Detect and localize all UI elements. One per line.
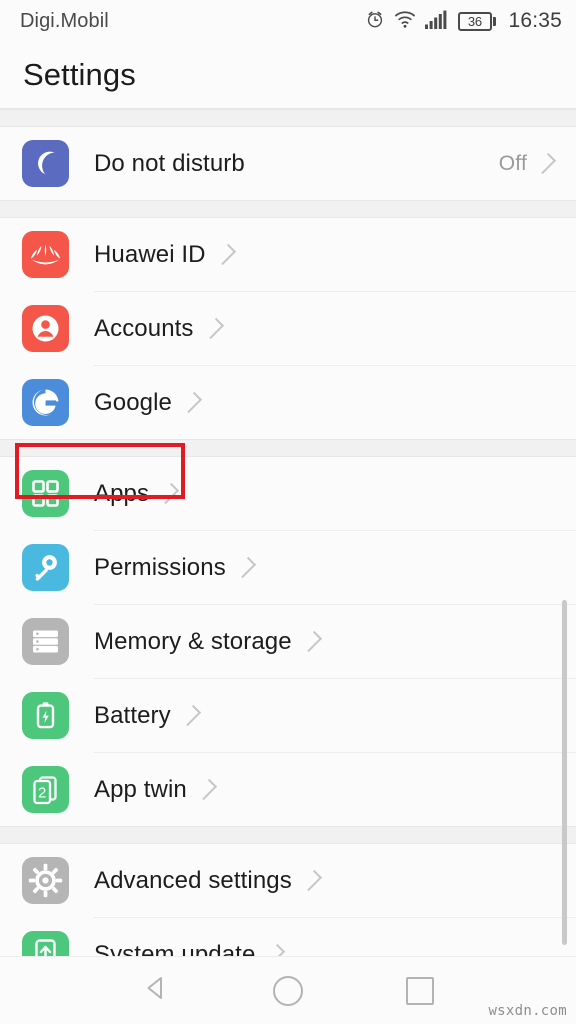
svg-text:2: 2 xyxy=(38,785,46,802)
back-icon xyxy=(141,973,171,1008)
battery-body: 36 xyxy=(457,11,492,31)
list-item-google[interactable]: Google xyxy=(0,366,576,439)
battery-cap xyxy=(493,16,497,26)
section-apps: Apps Permissions Memory & storage Battery 2 A… xyxy=(0,457,576,826)
watermark-label: wsxdn.com xyxy=(488,1003,567,1019)
list-item-label: Memory & storage xyxy=(94,627,292,655)
clock-label: 16:35 xyxy=(508,9,562,32)
chevron-right-icon xyxy=(214,243,236,266)
section-separator xyxy=(0,826,576,844)
recents-button[interactable] xyxy=(390,961,450,1021)
home-icon xyxy=(273,975,303,1006)
section-separator xyxy=(0,200,576,218)
list-item-label: Huawei ID xyxy=(94,240,206,268)
page-title: Settings xyxy=(23,57,136,92)
list-item-huawei-id[interactable]: Huawei ID xyxy=(0,218,576,291)
phone-screen: Digi.Mobil 36 16:35 Settings Do not dist… xyxy=(0,0,576,1024)
list-item-label: Accounts xyxy=(94,314,194,342)
battery-percent-label: 36 xyxy=(467,13,482,29)
chevron-right-icon xyxy=(179,704,201,727)
section-separator xyxy=(0,109,576,127)
person-icon xyxy=(22,305,69,352)
carrier-label: Digi.Mobil xyxy=(20,9,109,32)
list-item-label: Do not disturb xyxy=(94,149,245,177)
list-item-apps[interactable]: Apps xyxy=(0,457,576,530)
section-accounts: Huawei ID Accounts Google xyxy=(0,218,576,439)
alarm-clock-icon xyxy=(365,9,385,34)
list-item-label: App twin xyxy=(94,775,187,803)
list-item-memory-storage[interactable]: Memory & storage xyxy=(0,605,576,678)
section-dnd: Do not disturb Off xyxy=(0,127,576,200)
list-item-label: Battery xyxy=(94,701,171,729)
apps-grid-icon xyxy=(22,470,69,517)
chevron-right-icon xyxy=(158,482,180,505)
huawei-flower-icon xyxy=(22,231,69,278)
moon-icon xyxy=(22,140,69,187)
status-bar: Digi.Mobil 36 16:35 xyxy=(0,0,576,42)
list-item-accounts[interactable]: Accounts xyxy=(0,292,576,365)
chevron-right-icon xyxy=(534,152,557,175)
list-item-label: Apps xyxy=(94,479,150,507)
recents-icon xyxy=(406,976,434,1005)
chevron-right-icon xyxy=(300,630,322,653)
chevron-right-icon xyxy=(300,869,322,892)
wifi-icon xyxy=(394,9,416,34)
battery-icon: 36 xyxy=(457,11,497,31)
list-item-advanced-settings[interactable]: Advanced settings xyxy=(0,844,576,917)
status-icons: 36 16:35 xyxy=(365,9,562,34)
google-g-icon xyxy=(22,379,69,426)
section-separator xyxy=(0,439,576,457)
list-item-value: Off xyxy=(498,151,527,175)
list-item-label: Advanced settings xyxy=(94,866,292,894)
battery-icon xyxy=(22,692,69,739)
scrollbar-thumb[interactable] xyxy=(562,600,567,945)
app-twin-icon: 2 xyxy=(22,766,69,813)
storage-icon xyxy=(22,618,69,665)
chevron-right-icon xyxy=(195,778,217,801)
home-button[interactable] xyxy=(258,961,318,1021)
gear-icon xyxy=(22,857,69,904)
list-item-label: Google xyxy=(94,388,172,416)
key-icon xyxy=(22,544,69,591)
list-item-battery[interactable]: Battery xyxy=(0,679,576,752)
chevron-right-icon xyxy=(180,391,203,414)
list-item-label: Permissions xyxy=(94,553,226,581)
list-item-do-not-disturb[interactable]: Do not disturb Off xyxy=(0,127,576,200)
back-button[interactable] xyxy=(126,961,186,1021)
list-item-permissions[interactable]: Permissions xyxy=(0,531,576,604)
settings-list[interactable]: Do not disturb Off Huawei ID Accounts Google… xyxy=(0,109,576,991)
chevron-right-icon xyxy=(234,556,256,579)
list-item-app-twin[interactable]: 2 App twin xyxy=(0,753,576,826)
cellular-signal-icon xyxy=(424,9,449,34)
page-title-bar: Settings xyxy=(0,42,576,108)
chevron-right-icon xyxy=(202,317,224,340)
